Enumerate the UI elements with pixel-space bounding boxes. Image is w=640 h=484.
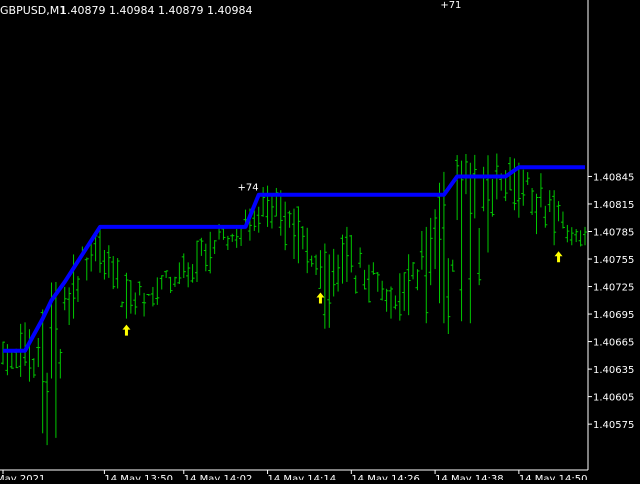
time-tick-label: May 2021 — [0, 474, 45, 480]
price-tick-label: 1.40695 — [593, 310, 634, 321]
price-tick-label: 1.40725 — [593, 283, 634, 294]
chart-header-symbol: GBPUSD,M1 — [0, 4, 66, 17]
price-tick-label: 1.40815 — [593, 200, 634, 211]
time-tick-label: 14 May 14:50 — [519, 474, 588, 480]
time-tick-label: 14 May 14:26 — [351, 474, 420, 480]
time-tick-label: 14 May 14:02 — [184, 474, 253, 480]
time-tick-label: 14 May 14:38 — [435, 474, 504, 480]
price-tick-label: 1.40785 — [593, 227, 634, 238]
price-tick-label: 1.40755 — [593, 255, 634, 266]
price-tick-label: 1.40665 — [593, 338, 634, 349]
price-tick-label: 1.40845 — [593, 172, 634, 183]
price-chart[interactable]: +74 +71 1.40845 1.40815 1.40785 1.40755 1.407… — [0, 0, 640, 484]
chart-window[interactable]: +74 +71 1.40845 1.40815 1.40785 1.40755 1.407… — [0, 0, 640, 484]
profit-label: +74 — [238, 183, 259, 194]
chart-header-ohlc: 1.40879 1.40984 1.40879 1.40984 — [60, 4, 252, 17]
time-tick-label: 14 May 14:14 — [268, 474, 337, 480]
price-tick-label: 1.40635 — [593, 365, 634, 376]
profit-label: +71 — [440, 0, 461, 11]
price-tick-label: 1.40575 — [593, 420, 634, 431]
price-tick-label: 1.40605 — [593, 393, 634, 404]
time-tick-label: 14 May 13:50 — [104, 474, 173, 480]
